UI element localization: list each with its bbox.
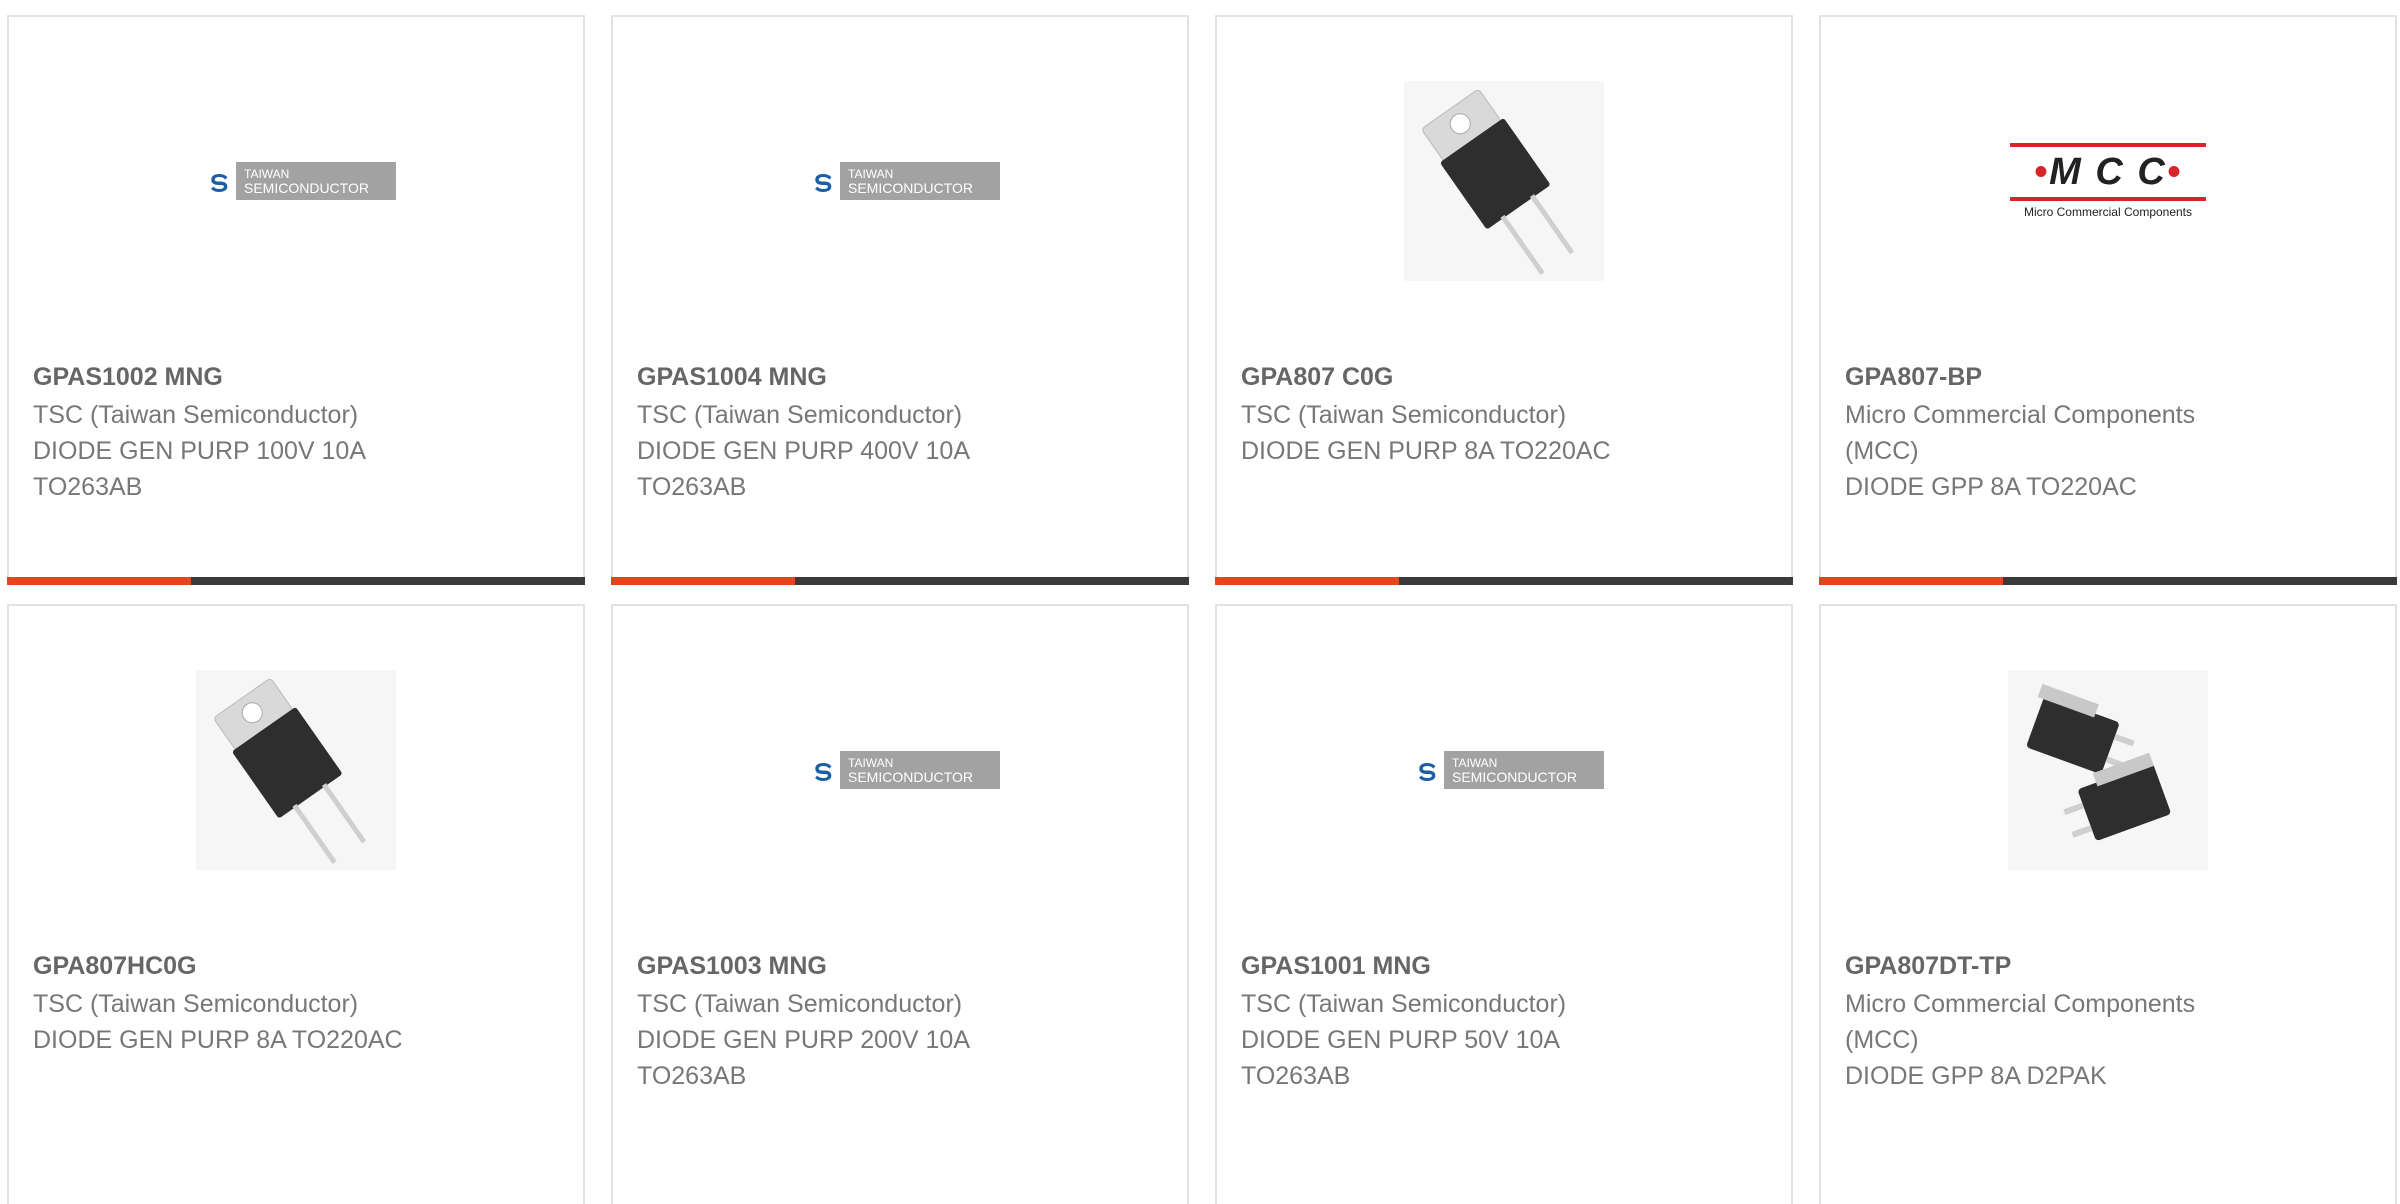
manufacturer: TSC (Taiwan Semiconductor) [33, 401, 359, 429]
product-image[interactable]: ട TAIWAN SEMICONDUCTOR [9, 81, 583, 281]
manufacturer: Micro Commercial Components [1845, 401, 2196, 429]
description: DIODE GEN PURP 50V 10A [1241, 1026, 1561, 1054]
description: DIODE GEN PURP 200V 10A [637, 1026, 971, 1054]
d2pak-package-icon [2008, 670, 2208, 870]
manufacturer: TSC (Taiwan Semiconductor) [1241, 990, 1567, 1018]
product-card[interactable]: GPA807DT-TP Micro Commercial Components … [1819, 604, 2397, 1204]
manufacturer: TSC (Taiwan Semiconductor) [637, 990, 963, 1018]
description: TO263AB [1241, 1062, 1351, 1090]
manufacturer: (MCC) [1845, 437, 1919, 465]
manufacturer: TSC (Taiwan Semiconductor) [1241, 401, 1567, 429]
product-card[interactable]: ട TAIWAN SEMICONDUCTOR GPAS1003 MNG TSC (… [611, 604, 1189, 1204]
product-card[interactable]: ട TAIWAN SEMICONDUCTOR GPAS1002 MNG TSC (… [7, 15, 585, 585]
part-number[interactable]: GPAS1001 MNG [1241, 948, 1767, 985]
product-card[interactable]: •M C C• Micro Commercial Components GPA8… [1819, 15, 2397, 585]
product-image[interactable] [9, 670, 583, 870]
description: DIODE GEN PURP 8A TO220AC [1241, 437, 1611, 465]
tsc-logo: ട TAIWAN SEMICONDUCTOR [800, 751, 1000, 789]
part-number[interactable]: GPA807 C0G [1241, 359, 1767, 396]
manufacturer: TSC (Taiwan Semiconductor) [637, 401, 963, 429]
product-image[interactable]: •M C C• Micro Commercial Components [1821, 81, 2395, 281]
card-bottom-bar [1215, 577, 1793, 585]
mcc-logo: •M C C• Micro Commercial Components [2010, 143, 2206, 219]
product-grid: ട TAIWAN SEMICONDUCTOR GPAS1002 MNG TSC (… [0, 0, 2400, 1204]
part-number[interactable]: GPA807HC0G [33, 948, 559, 985]
product-image[interactable]: ട TAIWAN SEMICONDUCTOR [1217, 670, 1791, 870]
product-image[interactable] [1217, 81, 1791, 281]
tsc-logo: ട TAIWAN SEMICONDUCTOR [196, 162, 396, 200]
part-number[interactable]: GPAS1003 MNG [637, 948, 1163, 985]
description: DIODE GPP 8A D2PAK [1845, 1062, 2107, 1090]
card-bottom-bar [1819, 577, 2397, 585]
product-card[interactable]: GPA807HC0G TSC (Taiwan Semiconductor) DI… [7, 604, 585, 1204]
to220-package-icon [1404, 81, 1604, 281]
card-bottom-bar [7, 577, 585, 585]
product-card[interactable]: GPA807 C0G TSC (Taiwan Semiconductor) DI… [1215, 15, 1793, 585]
to220-package-icon [196, 670, 396, 870]
description: TO263AB [637, 473, 747, 501]
part-number[interactable]: GPA807DT-TP [1845, 948, 2371, 985]
product-image[interactable] [1821, 670, 2395, 870]
description: DIODE GPP 8A TO220AC [1845, 473, 2137, 501]
description: TO263AB [637, 1062, 747, 1090]
tsc-logo: ട TAIWAN SEMICONDUCTOR [800, 162, 1000, 200]
manufacturer: Micro Commercial Components [1845, 990, 2196, 1018]
card-bottom-bar [611, 577, 1189, 585]
manufacturer: (MCC) [1845, 1026, 1919, 1054]
part-number[interactable]: GPA807-BP [1845, 359, 2371, 396]
description: DIODE GEN PURP 400V 10A [637, 437, 971, 465]
description: TO263AB [33, 473, 143, 501]
product-card[interactable]: ട TAIWAN SEMICONDUCTOR GPAS1004 MNG TSC (… [611, 15, 1189, 585]
product-card[interactable]: ട TAIWAN SEMICONDUCTOR GPAS1001 MNG TSC (… [1215, 604, 1793, 1204]
manufacturer: TSC (Taiwan Semiconductor) [33, 990, 359, 1018]
description: DIODE GEN PURP 8A TO220AC [33, 1026, 403, 1054]
product-image[interactable]: ട TAIWAN SEMICONDUCTOR [613, 670, 1187, 870]
product-image[interactable]: ട TAIWAN SEMICONDUCTOR [613, 81, 1187, 281]
part-number[interactable]: GPAS1004 MNG [637, 359, 1163, 396]
tsc-logo: ട TAIWAN SEMICONDUCTOR [1404, 751, 1604, 789]
part-number[interactable]: GPAS1002 MNG [33, 359, 559, 396]
description: DIODE GEN PURP 100V 10A [33, 437, 367, 465]
